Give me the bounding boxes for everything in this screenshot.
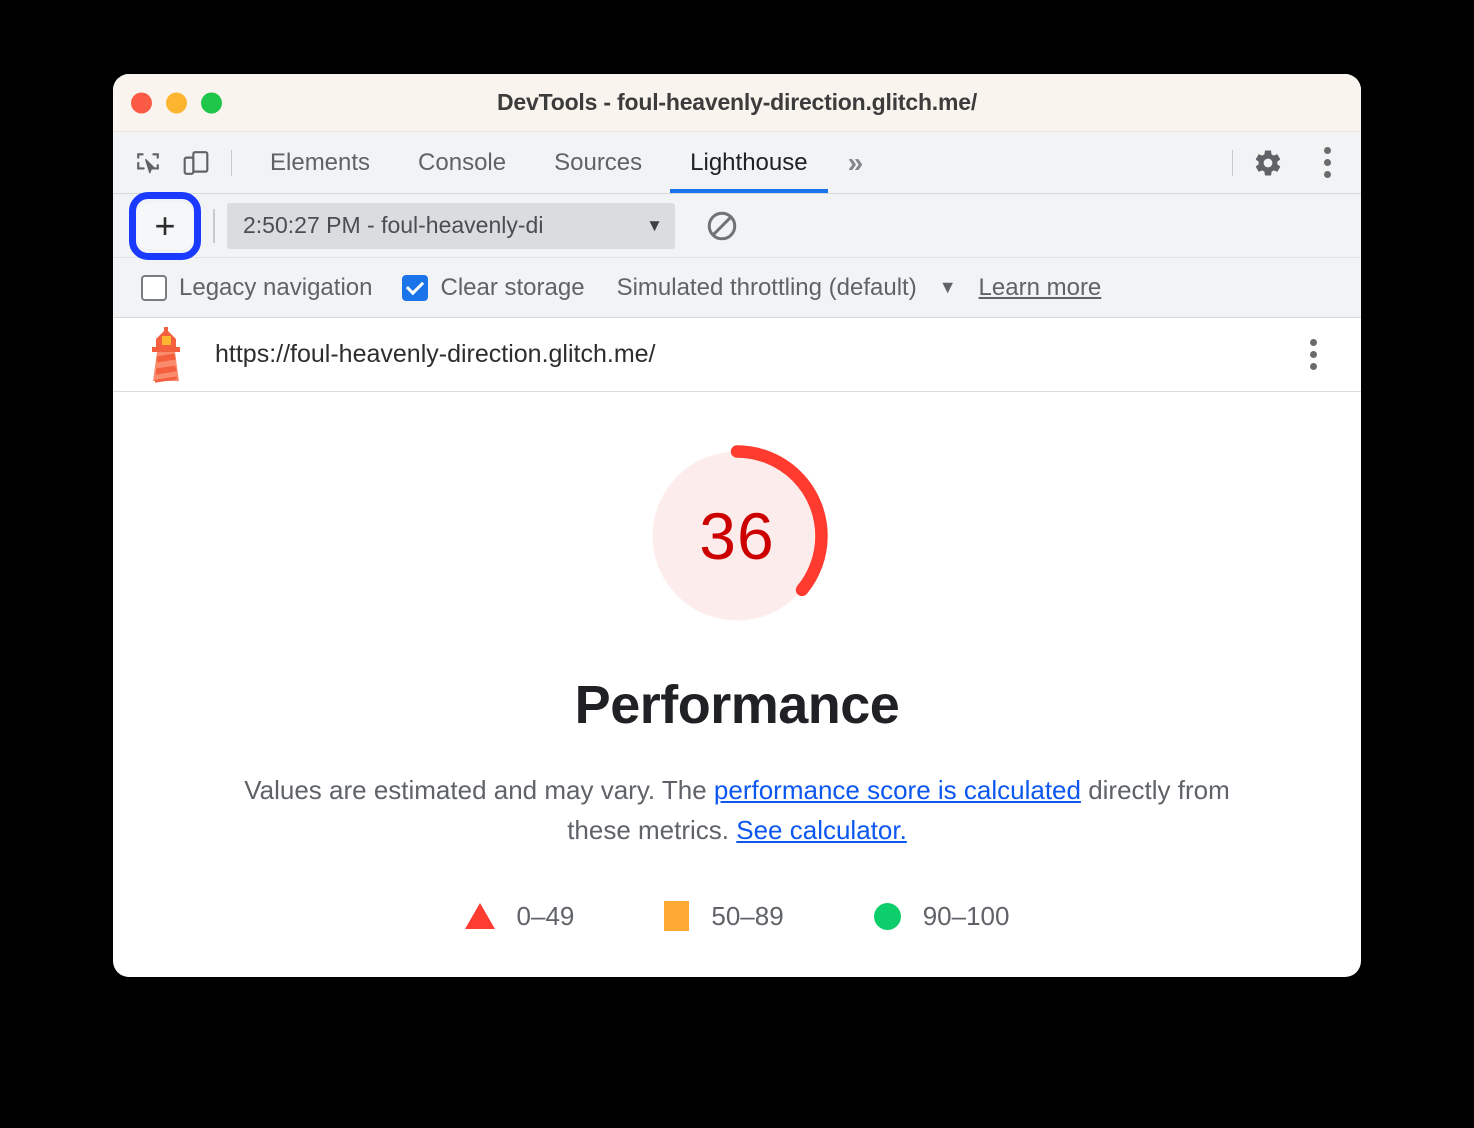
kebab-dot <box>1309 339 1317 346</box>
square-icon <box>664 901 690 932</box>
performance-score-calculated-link[interactable]: performance score is calculated <box>714 775 1081 805</box>
legend-item-fail: 0–49 <box>464 900 575 932</box>
device-toolbar-icon[interactable] <box>175 142 217 184</box>
triangle-icon <box>464 903 495 930</box>
new-report-button-wrap: + <box>129 191 201 260</box>
more-tabs-icon[interactable]: » <box>832 132 880 193</box>
legend-label-fail: 0–49 <box>516 900 575 931</box>
category-title: Performance <box>574 675 900 735</box>
clear-storage-label: Clear storage <box>440 273 585 301</box>
devtools-window: DevTools - foul-heavenly-direction.glitc… <box>113 74 1361 977</box>
devtools-tool-icons <box>127 132 217 193</box>
report-options-menu-icon[interactable] <box>1293 331 1333 379</box>
new-report-button[interactable]: + <box>137 202 193 249</box>
kebab-dot <box>1309 351 1317 358</box>
screenshot-root: DevTools - foul-heavenly-direction.glitc… <box>0 0 1474 1128</box>
traffic-light-buttons <box>131 92 222 113</box>
tab-sources[interactable]: Sources <box>530 132 666 193</box>
description-text-before: Values are estimated and may vary. The <box>244 775 714 805</box>
legacy-navigation-label: Legacy navigation <box>179 273 373 301</box>
lighthouse-toolbar: + 2:50:27 PM - foul-heavenly-di ▼ <box>113 191 1361 260</box>
lighthouse-options-row: Legacy navigation Clear storage Simulate… <box>113 258 1361 318</box>
devtools-main-menu-icon[interactable] <box>1307 139 1347 187</box>
kebab-dot <box>1323 147 1331 154</box>
throttling-label: Simulated throttling (default) <box>616 273 917 301</box>
legacy-navigation-option[interactable]: Legacy navigation <box>141 274 372 302</box>
tab-elements[interactable]: Elements <box>246 132 394 193</box>
legend-label-average: 50–89 <box>711 900 784 931</box>
panel-tabs: Elements Console Sources Lighthouse » <box>246 132 879 193</box>
tabstrip-right-divider <box>1232 149 1233 176</box>
performance-score-gauge: 36 <box>641 440 833 632</box>
performance-score-value: 36 <box>699 499 775 573</box>
close-window-button[interactable] <box>131 92 152 113</box>
kebab-dot <box>1323 171 1331 178</box>
report-url-row: https://foul-heavenly-direction.glitch.m… <box>113 318 1361 392</box>
zoom-window-button[interactable] <box>201 92 222 113</box>
no-entry-icon[interactable] <box>701 205 743 247</box>
devtools-tabstrip: Elements Console Sources Lighthouse » <box>113 132 1361 194</box>
toolbar-divider <box>231 149 232 176</box>
see-calculator-link[interactable]: See calculator. <box>736 815 907 845</box>
legend-item-average: 50–89 <box>664 900 784 932</box>
legend-item-pass: 90–100 <box>873 900 1010 932</box>
score-legend: 0–49 50–89 90–100 <box>464 900 1010 932</box>
lighthouse-toolbar-divider <box>213 208 215 243</box>
report-select[interactable]: 2:50:27 PM - foul-heavenly-di ▼ <box>227 202 675 249</box>
learn-more-link[interactable]: Learn more <box>979 274 1102 302</box>
throttling-select[interactable]: Simulated throttling (default) ▼ <box>617 274 957 302</box>
tab-console[interactable]: Console <box>394 132 530 193</box>
report-select-value: 2:50:27 PM - foul-heavenly-di <box>243 212 544 238</box>
clear-storage-option[interactable]: Clear storage <box>402 273 585 302</box>
gear-icon[interactable] <box>1247 142 1289 184</box>
chevron-down-icon: ▼ <box>646 215 663 235</box>
window-titlebar: DevTools - foul-heavenly-direction.glitc… <box>113 74 1361 132</box>
legend-label-pass: 90–100 <box>922 900 1010 931</box>
legacy-navigation-checkbox[interactable] <box>141 274 167 301</box>
lighthouse-icon <box>143 326 189 383</box>
tab-lighthouse[interactable]: Lighthouse <box>666 132 831 193</box>
minimize-window-button[interactable] <box>166 92 187 113</box>
circle-icon <box>873 902 901 930</box>
category-description: Values are estimated and may vary. The p… <box>237 770 1237 851</box>
chevron-down-icon: ▼ <box>938 277 957 297</box>
lighthouse-report: 36 Performance Values are estimated and … <box>113 392 1361 932</box>
kebab-dot <box>1323 159 1331 166</box>
report-url: https://foul-heavenly-direction.glitch.m… <box>215 340 656 368</box>
window-title: DevTools - foul-heavenly-direction.glitc… <box>496 89 978 115</box>
kebab-dot <box>1309 363 1317 370</box>
tabstrip-right-controls <box>1218 132 1361 193</box>
clear-storage-checkbox[interactable] <box>402 274 429 301</box>
inspect-element-icon[interactable] <box>127 142 169 184</box>
